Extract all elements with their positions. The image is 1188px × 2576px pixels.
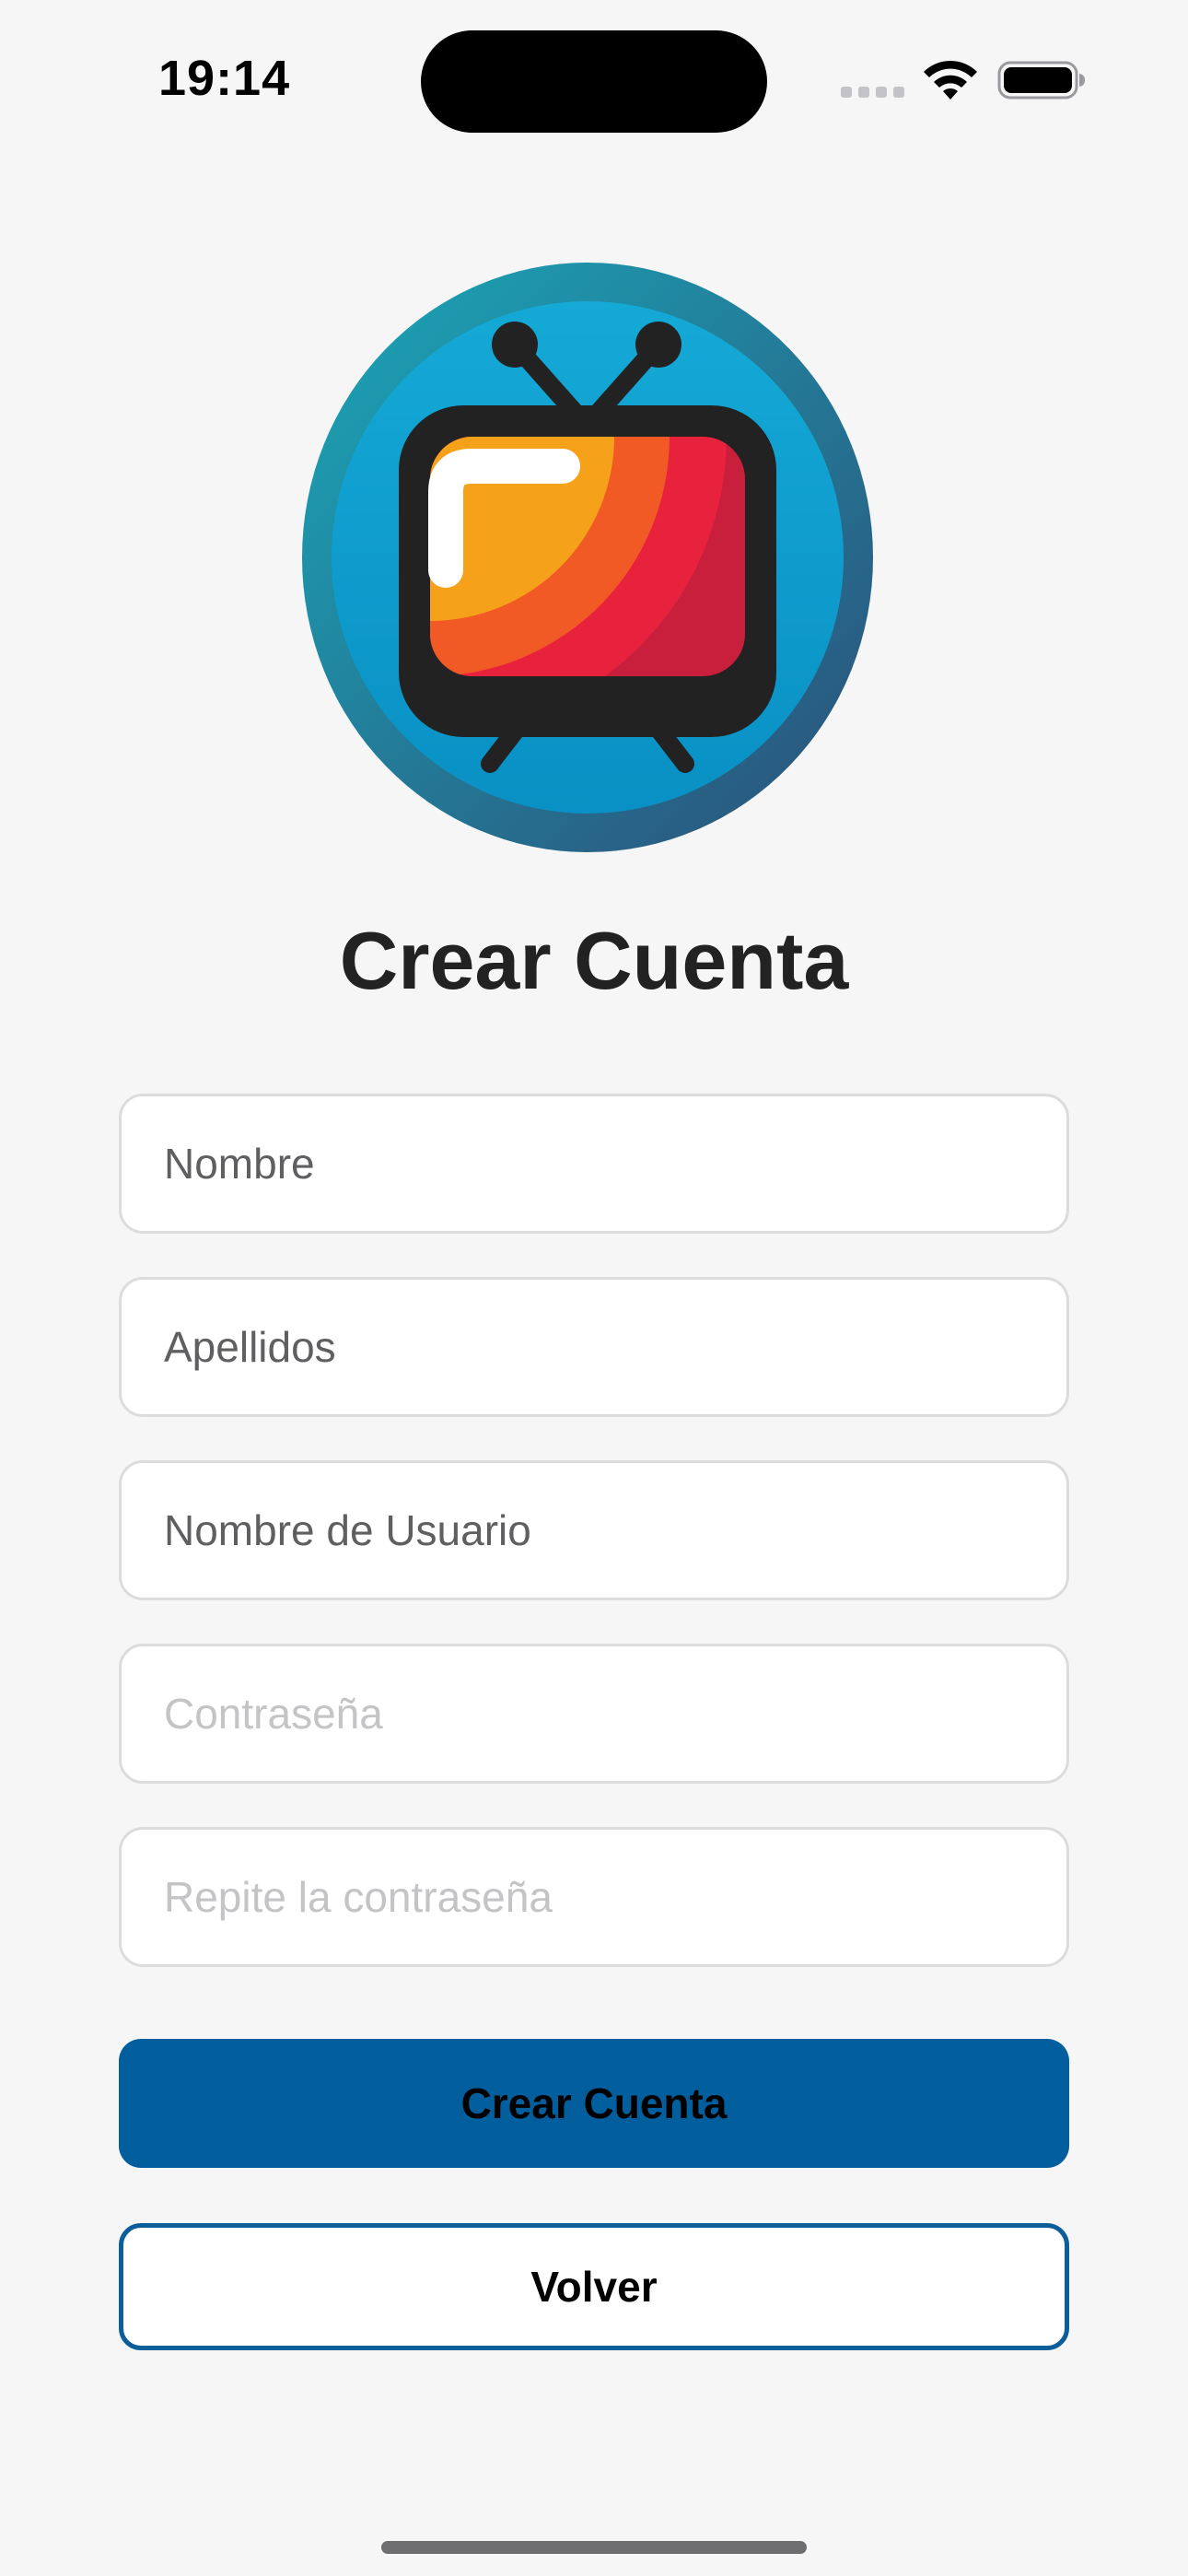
wifi-icon	[924, 60, 977, 100]
back-label: Volver	[530, 2263, 658, 2311]
apellidos-field[interactable]	[119, 1277, 1069, 1417]
dynamic-island	[421, 30, 767, 133]
status-time: 19:14	[158, 51, 291, 106]
battery-icon	[997, 61, 1085, 100]
nombre-field[interactable]	[119, 1094, 1069, 1234]
home-indicator[interactable]	[381, 2541, 807, 2554]
retro-tv-logo-icon	[302, 263, 873, 852]
password-field[interactable]	[119, 1644, 1069, 1784]
back-button[interactable]: Volver	[119, 2223, 1069, 2350]
repeat-password-field[interactable]	[119, 1827, 1069, 1967]
create-account-button[interactable]: Crear Cuenta	[119, 2039, 1069, 2168]
username-field[interactable]	[119, 1460, 1069, 1600]
status-bar: 19:14	[0, 0, 1188, 157]
signal-icon	[841, 87, 905, 100]
page-title: Crear Cuenta	[339, 915, 849, 1006]
create-account-label: Crear Cuenta	[460, 2079, 728, 2127]
